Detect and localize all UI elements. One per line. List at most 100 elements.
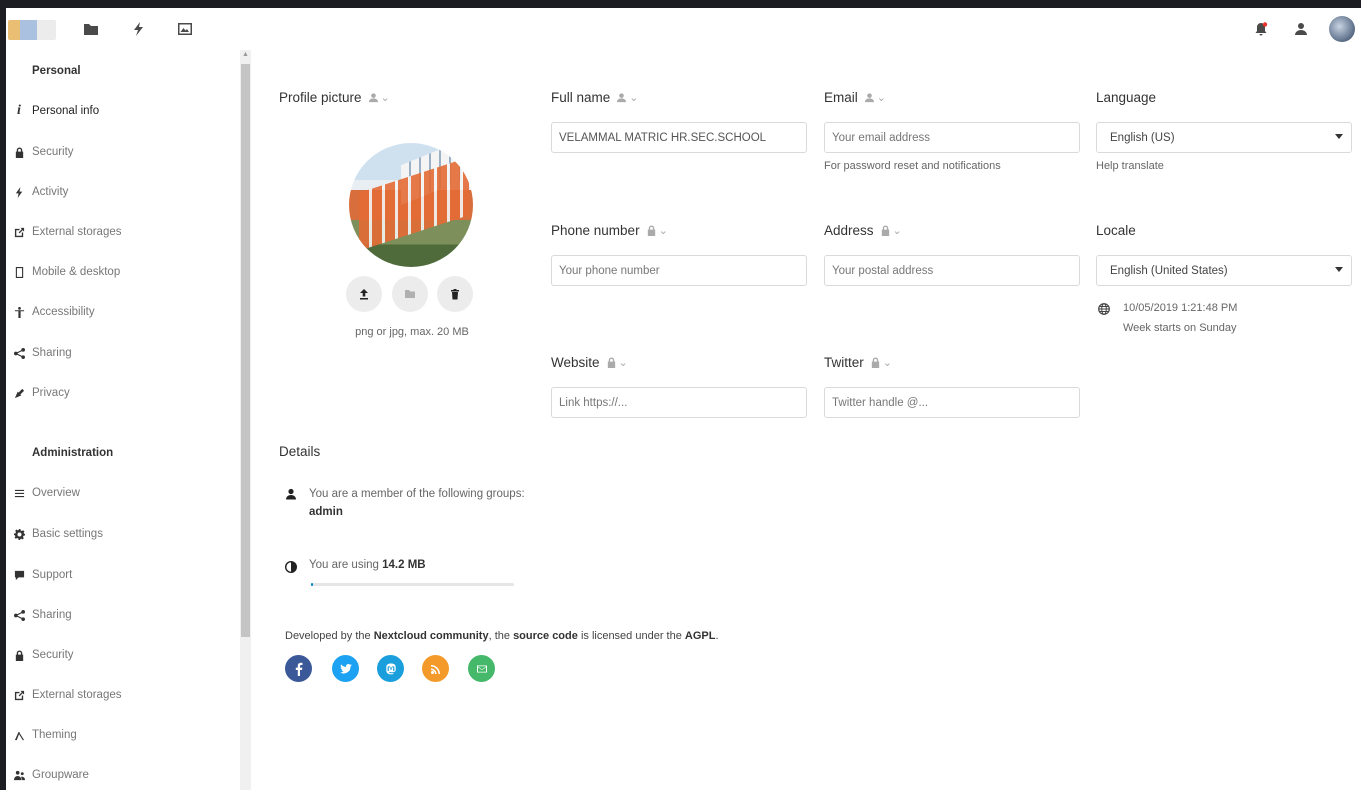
sidebar-item-label: Security bbox=[32, 146, 74, 158]
activity-icon bbox=[6, 186, 32, 198]
app-window: Personal i Personal info Security Activi… bbox=[6, 8, 1361, 790]
scope-contacts-icon[interactable]: ⌄ bbox=[864, 91, 886, 104]
facebook-icon[interactable] bbox=[285, 655, 312, 682]
folder-icon bbox=[405, 290, 415, 298]
sidebar-item-mobile-desktop[interactable]: Mobile & desktop bbox=[6, 260, 236, 284]
groups-row: You are a member of the following groups… bbox=[285, 486, 525, 518]
footer-prefix: Developed by the bbox=[285, 630, 371, 642]
sidebar-item-admin-sharing[interactable]: Sharing bbox=[6, 603, 236, 627]
mastodon-icon[interactable] bbox=[377, 655, 404, 682]
quota-bar bbox=[311, 583, 514, 586]
nextcloud-community-link[interactable]: Nextcloud community bbox=[374, 630, 489, 642]
sidebar-item-admin-external-storages[interactable]: External storages bbox=[6, 683, 236, 707]
external-icon bbox=[6, 227, 32, 238]
website-title: Website bbox=[551, 355, 600, 370]
full-name-title: Full name bbox=[551, 90, 611, 105]
app-logo[interactable] bbox=[8, 20, 56, 40]
locale-title: Locale bbox=[1096, 223, 1136, 238]
phone-title: Phone number bbox=[551, 223, 640, 238]
personal-info-panel: Profile picture ⌄ png or jpg, max. 20 MB… bbox=[251, 50, 1361, 790]
sidebar-scrollbar[interactable]: ▲ bbox=[240, 50, 251, 790]
sidebar-item-sharing[interactable]: Sharing bbox=[6, 341, 236, 365]
sidebar-item-label: Privacy bbox=[32, 387, 70, 399]
details-heading: Details bbox=[279, 444, 321, 459]
help-translate-link[interactable]: Help translate bbox=[1096, 160, 1164, 172]
scope-private-icon[interactable]: ⌄ bbox=[646, 224, 668, 237]
language-select[interactable]: English (US) bbox=[1096, 122, 1352, 153]
sidebar-item-label: Activity bbox=[32, 186, 69, 198]
sidebar-item-admin-security[interactable]: Security bbox=[6, 643, 236, 667]
usage-text: You are using 14.2 MB bbox=[309, 559, 426, 573]
user-icon bbox=[286, 488, 296, 500]
footer-credit: Developed by the Nextcloud community, th… bbox=[285, 630, 719, 642]
activity-icon[interactable] bbox=[128, 18, 150, 40]
theming-icon bbox=[6, 730, 32, 741]
sidebar-item-label: Sharing bbox=[32, 347, 72, 359]
top-header bbox=[6, 8, 1361, 50]
globe-icon bbox=[1098, 302, 1110, 315]
scope-private-icon[interactable]: ⌄ bbox=[870, 356, 892, 369]
sidebar-item-overview[interactable]: Overview bbox=[6, 481, 236, 505]
sidebar-item-groupware[interactable]: Groupware bbox=[6, 763, 236, 787]
twitter-title: Twitter bbox=[824, 355, 864, 370]
sidebar-item-support[interactable]: Support bbox=[6, 563, 236, 587]
email-hint: For password reset and notifications bbox=[824, 160, 1001, 172]
sidebar-item-label: Security bbox=[32, 649, 74, 661]
sidebar-item-label: Groupware bbox=[32, 769, 89, 781]
accessibility-icon bbox=[6, 306, 32, 318]
chevron-down-icon bbox=[1335, 267, 1343, 272]
external-icon bbox=[6, 690, 32, 701]
upload-picture-button[interactable] bbox=[346, 276, 382, 312]
privacy-icon bbox=[6, 388, 32, 399]
notifications-icon[interactable] bbox=[1250, 18, 1272, 40]
rss-icon[interactable] bbox=[422, 655, 449, 682]
remove-picture-button[interactable] bbox=[437, 276, 473, 312]
sidebar-item-security[interactable]: Security bbox=[6, 140, 236, 164]
locale-value: English (United States) bbox=[1110, 264, 1228, 277]
share-icon bbox=[6, 347, 32, 359]
website-field[interactable] bbox=[551, 387, 807, 418]
details-title: Details bbox=[279, 444, 320, 459]
sidebar-item-activity[interactable]: Activity bbox=[6, 180, 236, 204]
user-avatar[interactable] bbox=[1329, 16, 1355, 42]
website-label: Website ⌄ bbox=[551, 355, 628, 370]
scroll-up-icon[interactable]: ▲ bbox=[240, 51, 251, 61]
sidebar-item-theming[interactable]: Theming bbox=[6, 723, 236, 747]
sidebar-item-privacy[interactable]: Privacy bbox=[6, 381, 236, 405]
source-code-link[interactable]: source code bbox=[513, 630, 578, 642]
language-title: Language bbox=[1096, 90, 1157, 105]
twitter-label: Twitter ⌄ bbox=[824, 355, 892, 370]
photos-icon[interactable] bbox=[174, 18, 196, 40]
phone-field[interactable] bbox=[551, 255, 807, 286]
sidebar-item-label: Support bbox=[32, 569, 73, 581]
files-icon[interactable] bbox=[80, 18, 102, 40]
full-name-field[interactable]: VELAMMAL MATRIC HR.SEC.SCHOOL bbox=[551, 122, 807, 153]
admin-section-title: Administration bbox=[32, 447, 114, 459]
screen-frame: Personal i Personal info Security Activi… bbox=[0, 0, 1361, 790]
sidebar-item-personal-info[interactable]: i Personal info bbox=[6, 99, 236, 123]
twitter-icon[interactable] bbox=[332, 655, 359, 682]
twitter-field[interactable] bbox=[824, 387, 1080, 418]
profile-picture-label: Profile picture ⌄ bbox=[279, 90, 390, 105]
email-field[interactable] bbox=[824, 122, 1080, 153]
phone-label: Phone number ⌄ bbox=[551, 223, 668, 238]
groupware-icon bbox=[6, 770, 32, 781]
contacts-icon[interactable] bbox=[1290, 18, 1312, 40]
info-icon: i bbox=[17, 103, 21, 118]
scope-private-icon[interactable]: ⌄ bbox=[880, 224, 902, 237]
choose-from-files-button[interactable] bbox=[392, 276, 428, 312]
mail-icon[interactable] bbox=[468, 655, 495, 682]
sidebar-item-basic-settings[interactable]: Basic settings bbox=[6, 522, 236, 546]
scope-contacts-icon[interactable]: ⌄ bbox=[368, 91, 390, 104]
personal-section-title: Personal bbox=[32, 65, 81, 77]
scope-contacts-icon[interactable]: ⌄ bbox=[616, 91, 639, 104]
scrollbar-thumb[interactable] bbox=[241, 64, 250, 637]
sidebar-item-external-storages[interactable]: External storages bbox=[6, 220, 236, 244]
address-field[interactable] bbox=[824, 255, 1080, 286]
scope-private-icon[interactable]: ⌄ bbox=[606, 356, 628, 369]
sidebar-item-accessibility[interactable]: Accessibility bbox=[6, 300, 236, 324]
locale-select[interactable]: English (United States) bbox=[1096, 255, 1352, 286]
full-name-label: Full name ⌄ bbox=[551, 90, 639, 105]
mobile-icon bbox=[6, 266, 32, 278]
agpl-link[interactable]: AGPL bbox=[685, 630, 716, 642]
